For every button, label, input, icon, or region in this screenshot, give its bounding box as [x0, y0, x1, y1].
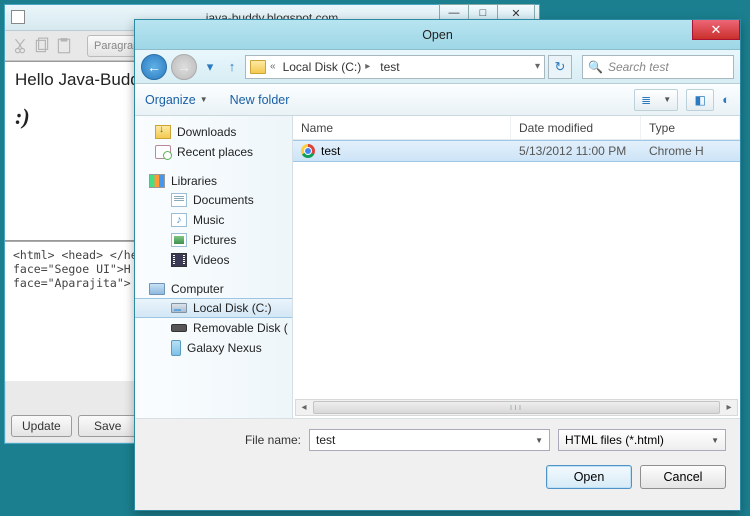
help-button[interactable]: ◐	[722, 92, 730, 107]
breadcrumb[interactable]: « Local Disk (C:)▸ test ▾	[245, 55, 545, 79]
tree-galaxy-nexus[interactable]: Galaxy Nexus	[135, 338, 292, 358]
libraries-icon	[149, 174, 165, 188]
removable-icon	[171, 324, 187, 332]
recent-locations-dropdown[interactable]: ▾	[201, 56, 219, 78]
dialog-bottom: File name: test ▼ HTML files (*.html) ▼ …	[135, 418, 740, 510]
computer-icon	[149, 283, 165, 295]
copy-icon[interactable]	[33, 37, 51, 55]
forward-button[interactable]: →	[171, 54, 197, 80]
filename-value: test	[316, 433, 335, 447]
search-placeholder: Search test	[608, 60, 669, 74]
tree-local-disk[interactable]: Local Disk (C:)	[135, 298, 292, 318]
breadcrumb-seg-disk[interactable]: Local Disk (C:)▸	[280, 60, 374, 74]
disk-icon	[171, 303, 187, 313]
phone-icon	[171, 340, 181, 356]
dialog-title: Open	[422, 28, 453, 42]
search-icon: 🔍	[588, 60, 603, 74]
chevron-down-icon[interactable]: ▼	[535, 436, 543, 445]
tree-documents[interactable]: Documents	[135, 190, 292, 210]
scroll-left-icon[interactable]: ◂	[296, 402, 312, 413]
open-button[interactable]: Open	[546, 465, 632, 489]
chevron-down-icon: ▼	[711, 436, 719, 445]
breadcrumb-seg-test[interactable]: test	[377, 60, 402, 74]
dialog-close-button[interactable]: ✕	[692, 20, 740, 40]
downloads-icon	[155, 125, 171, 139]
update-button[interactable]: Update	[11, 415, 72, 437]
chrome-file-icon	[301, 144, 315, 158]
preview-pane-button[interactable]: ◧	[686, 89, 714, 111]
file-list[interactable]: Name Date modified Type test 5/13/2012 1…	[293, 116, 740, 418]
horizontal-scrollbar[interactable]: ◂ ııı ▸	[295, 399, 738, 416]
videos-icon	[171, 253, 187, 267]
list-view-icon: ≣	[641, 93, 651, 107]
up-button[interactable]: ↑	[223, 56, 241, 78]
tree-videos[interactable]: Videos	[135, 250, 292, 270]
open-dialog: Open ✕ ← → ▾ ↑ « Local Disk (C:)▸ test ▾…	[134, 19, 741, 511]
folder-icon	[250, 60, 266, 74]
file-filter-dropdown[interactable]: HTML files (*.html) ▼	[558, 429, 726, 451]
chevron-icon: «	[270, 61, 276, 72]
tree-computer[interactable]: Computer	[135, 280, 292, 298]
filename-input[interactable]: test ▼	[309, 429, 550, 451]
filename-label: File name:	[149, 433, 301, 447]
preview-icon: ◧	[694, 93, 705, 107]
dialog-toolbar: Organize▼ New folder ≣ ▼ ◧ ◐	[135, 84, 740, 116]
column-date[interactable]: Date modified	[511, 116, 641, 139]
save-button[interactable]: Save	[78, 415, 138, 437]
file-row[interactable]: test 5/13/2012 11:00 PM Chrome H	[293, 140, 740, 162]
bottom-buttons: Update Save	[11, 415, 138, 437]
file-type: Chrome H	[641, 144, 740, 158]
back-button[interactable]: ←	[141, 54, 167, 80]
recent-icon	[155, 145, 171, 159]
nav-row: ← → ▾ ↑ « Local Disk (C:)▸ test ▾ ↻ 🔍 Se…	[135, 50, 740, 84]
tree-music[interactable]: ♪Music	[135, 210, 292, 230]
paste-icon[interactable]	[55, 37, 73, 55]
refresh-button[interactable]: ↻	[548, 55, 572, 79]
chevron-down-icon: ▼	[663, 95, 671, 104]
view-mode-button[interactable]: ≣ ▼	[634, 89, 678, 111]
file-name: test	[321, 144, 340, 158]
search-input[interactable]: 🔍 Search test	[582, 55, 734, 79]
cancel-button[interactable]: Cancel	[640, 465, 726, 489]
new-folder-button[interactable]: New folder	[230, 93, 290, 107]
tree-removable-disk[interactable]: Removable Disk (	[135, 318, 292, 338]
pictures-icon	[171, 233, 187, 247]
file-list-header[interactable]: Name Date modified Type	[293, 116, 740, 140]
tree-pictures[interactable]: Pictures	[135, 230, 292, 250]
tree-downloads[interactable]: Downloads	[135, 122, 292, 142]
column-name[interactable]: Name	[293, 116, 511, 139]
scrollbar-thumb[interactable]: ııı	[313, 401, 720, 414]
tree-recent-places[interactable]: Recent places	[135, 142, 292, 162]
cut-icon[interactable]	[11, 37, 29, 55]
organize-menu[interactable]: Organize▼	[145, 93, 208, 107]
file-date: 5/13/2012 11:00 PM	[511, 144, 641, 158]
breadcrumb-dropdown-icon[interactable]: ▾	[535, 61, 540, 72]
music-icon: ♪	[171, 213, 187, 227]
dialog-titlebar[interactable]: Open ✕	[135, 20, 740, 50]
file-filter-value: HTML files (*.html)	[565, 433, 664, 447]
column-type[interactable]: Type	[641, 116, 740, 139]
folder-tree[interactable]: Downloads Recent places Libraries Docume…	[135, 116, 293, 418]
app-icon	[11, 10, 25, 24]
documents-icon	[171, 193, 187, 207]
tree-libraries[interactable]: Libraries	[135, 172, 292, 190]
scroll-right-icon[interactable]: ▸	[721, 402, 737, 413]
